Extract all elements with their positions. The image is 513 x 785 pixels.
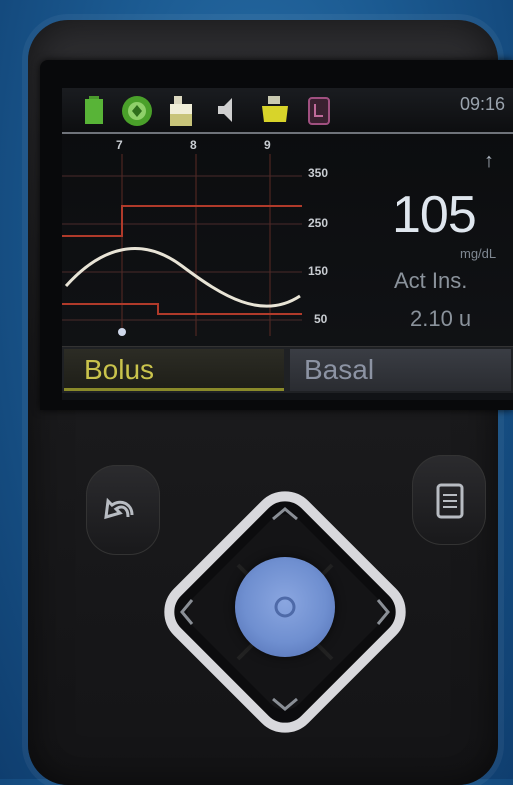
sound-icon (218, 98, 232, 122)
y-tick-label: 150 (308, 264, 329, 278)
trend-arrow-icon: ↑ (484, 150, 494, 172)
navigation-dpad (140, 467, 430, 757)
dpad-up-button[interactable] (255, 489, 315, 539)
chevron-right-icon (376, 599, 390, 625)
dpad-down-button[interactable] (255, 683, 315, 733)
x-tick-label: 8 (190, 138, 197, 152)
active-insulin-value: 2.10 u (410, 306, 472, 331)
reservoir-icon (170, 96, 192, 126)
connection-icon (122, 96, 152, 126)
select-circle-icon (274, 596, 296, 618)
y-tick-label: 50 (314, 312, 328, 326)
event-marker (118, 328, 126, 336)
calibration-icon (308, 97, 330, 125)
chevron-down-icon (272, 697, 298, 711)
chevron-up-icon (272, 507, 298, 521)
dpad-left-button[interactable] (162, 582, 212, 642)
high-limit-line (62, 205, 302, 237)
select-button[interactable] (235, 557, 335, 657)
chevron-left-icon (180, 599, 194, 625)
glucose-chart-svg (62, 154, 302, 336)
x-tick-label: 9 (264, 138, 271, 152)
active-insulin-label: Act Ins. (394, 268, 468, 293)
glucose-trace-line (64, 247, 301, 308)
pump-screen: 09:16 7 8 9 350 250 150 50 ↑ 105 mg/dL A… (62, 88, 513, 400)
x-tick-label: 7 (116, 138, 123, 152)
glucose-unit: mg/dL (460, 246, 497, 261)
tab-bolus[interactable]: Bolus (64, 349, 284, 391)
y-tick-label: 350 (308, 166, 329, 180)
glucose-value: 105 (392, 186, 477, 244)
glucose-chart: 7 8 9 350 250 150 50 (62, 136, 382, 346)
y-tick-label: 250 (308, 216, 329, 230)
dpad-right-button[interactable] (358, 582, 408, 642)
clock-time: 09:16 (459, 94, 505, 114)
battery-icon (85, 96, 103, 124)
status-bar: 09:16 (62, 88, 513, 134)
tab-bar: Bolus Basal (62, 346, 513, 393)
tab-basal[interactable]: Basal (290, 349, 511, 391)
sensor-icon (262, 96, 288, 122)
